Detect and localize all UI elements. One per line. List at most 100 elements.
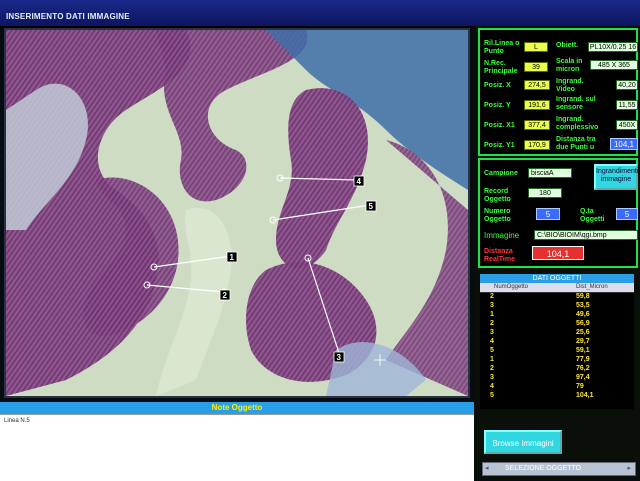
table-row[interactable]: 5 104,1 (480, 392, 634, 400)
immagine-value[interactable]: C:\BIO\BIOIM\qgi.bmp (534, 230, 638, 240)
col-dist-header[interactable]: Dist_Micron (576, 283, 608, 292)
scala-value[interactable]: 485 X 365 (590, 60, 638, 70)
cell-num: 3 (490, 374, 494, 381)
svg-text:5: 5 (369, 202, 374, 211)
col-num-header[interactable]: NumOggetto (494, 283, 528, 292)
cell-dist: 25,6 (576, 329, 590, 336)
cell-dist: 53,5 (576, 302, 590, 309)
ingr-compl-label: Ingrand. complessivo (556, 116, 599, 131)
cell-num: 5 (490, 347, 494, 354)
table-row[interactable]: 1 49,6 (480, 311, 634, 319)
campione-label: Campione (484, 170, 518, 177)
posx1-value[interactable]: 377,4 (524, 120, 550, 130)
numero-value[interactable]: 5 (536, 208, 560, 220)
posx-value[interactable]: 274,5 (524, 80, 550, 90)
notes-text: Linea N.5 (4, 418, 30, 424)
table-row[interactable]: 4 79 (480, 383, 634, 391)
sample-panel: Campione bisciaA Ingrandimenti immagine … (478, 158, 638, 268)
grid-column-header: NumOggetto Dist_Micron (480, 283, 634, 292)
table-row[interactable]: 3 25,6 (480, 329, 634, 337)
obiett-label: Obiett. (556, 42, 579, 49)
ril-linea-value[interactable]: L (524, 42, 548, 52)
nrec-label: N.Rec. Principale (484, 60, 518, 75)
svg-text:3: 3 (337, 353, 342, 362)
window-title: INSERIMENTO DATI IMMAGINE (6, 12, 130, 21)
scroll-left-icon[interactable]: ◂ (485, 463, 489, 475)
qta-value[interactable]: 5 (616, 208, 638, 220)
realtime-value: 104,1 (532, 246, 584, 260)
posy-value[interactable]: 191,6 (524, 100, 550, 110)
marker-1: 1 (226, 251, 238, 263)
cell-num: 2 (490, 293, 494, 300)
posy1-label: Posiz. Y1 (484, 142, 515, 149)
cell-dist: 79 (576, 383, 584, 390)
cell-num: 4 (490, 383, 494, 390)
nrec-value[interactable]: 39 (524, 62, 548, 72)
distanza-label: Distanza tra due Punti u (556, 136, 596, 151)
immagine-label: Immagine (484, 231, 520, 240)
cell-dist: 59,1 (576, 347, 590, 354)
cell-dist: 97,4 (576, 374, 590, 381)
cell-num: 1 (490, 356, 494, 363)
cell-dist: 76,2 (576, 365, 590, 372)
table-row[interactable]: 4 29,7 (480, 338, 634, 346)
table-row[interactable]: 3 53,5 (480, 302, 634, 310)
ingrandimenti-button[interactable]: Ingrandimenti immagine (594, 164, 638, 190)
cell-num: 5 (490, 392, 494, 399)
posy1-value[interactable]: 170,9 (524, 140, 550, 150)
realtime-label: Distanza RealTime (484, 248, 515, 263)
posx1-label: Posiz. X1 (484, 122, 515, 129)
cell-num: 3 (490, 302, 494, 309)
svg-text:2: 2 (223, 291, 228, 300)
cell-dist: 56,9 (576, 320, 590, 327)
marker-2: 2 (219, 289, 231, 301)
campione-value[interactable]: bisciaA (528, 168, 572, 178)
image-viewer[interactable]: 1 2 3 4 5 (4, 28, 470, 398)
obiett-value[interactable]: PL10X/0.25 16 (588, 42, 638, 52)
svg-text:1: 1 (230, 253, 235, 262)
ingr-video-value[interactable]: 40,20 (616, 80, 638, 90)
title-bar: INSERIMENTO DATI IMMAGINE (0, 0, 640, 28)
ingr-sensore-label: Ingrand. sul sensore (556, 96, 596, 111)
posy-label: Posiz. Y (484, 102, 511, 109)
cell-num: 2 (490, 320, 494, 327)
cell-num: 3 (490, 329, 494, 336)
posx-label: Posiz. X (484, 82, 511, 89)
cell-num: 2 (490, 365, 494, 372)
distanza-value[interactable]: 104,1 (610, 138, 638, 150)
table-row[interactable]: 2 56,9 (480, 320, 634, 328)
cell-dist: 77,9 (576, 356, 590, 363)
cell-num: 1 (490, 311, 494, 318)
qta-label: Q.ta Oggetti (580, 208, 605, 223)
ingr-sensore-value[interactable]: 11,55 (616, 100, 638, 110)
right-panel: Ril.Linea o Punto L N.Rec. Principale 39… (474, 26, 640, 480)
marker-3: 3 (333, 351, 345, 363)
microscope-image[interactable]: 1 2 3 4 5 (6, 30, 468, 396)
cell-dist: 49,6 (576, 311, 590, 318)
record-label: Record Oggetto (484, 188, 511, 203)
measurement-panel: Ril.Linea o Punto L N.Rec. Principale 39… (478, 28, 638, 156)
table-row[interactable]: 1 77,9 (480, 356, 634, 364)
scroll-right-icon[interactable]: ▸ (627, 463, 631, 475)
selection-label: SELEZIONE OGGETTO (505, 465, 582, 472)
grid-title: DATI OGGETTI (480, 274, 634, 283)
ingr-compl-value[interactable]: 450X (616, 120, 638, 130)
cell-num: 4 (490, 338, 494, 345)
cell-dist: 29,7 (576, 338, 590, 345)
browse-images-button[interactable]: Browse Immagini (484, 430, 562, 454)
table-row[interactable]: 5 59,1 (480, 347, 634, 355)
marker-5: 5 (365, 200, 377, 212)
marker-4: 4 (353, 175, 365, 187)
notes-textarea[interactable]: Linea N.5 (0, 414, 474, 481)
cell-dist: 104,1 (576, 392, 594, 399)
notes-header: Note Oggetto (0, 402, 474, 414)
ingr-video-label: Ingrand. Video (556, 78, 584, 93)
table-row[interactable]: 2 59,8 (480, 293, 634, 301)
svg-text:4: 4 (357, 177, 362, 186)
table-row[interactable]: 2 76,2 (480, 365, 634, 373)
record-value[interactable]: 180 (528, 188, 562, 198)
selection-scrollbar[interactable]: ◂ SELEZIONE OGGETTO ▸ (482, 462, 636, 476)
numero-label: Numero Oggetto (484, 208, 511, 223)
scala-label: Scala in micron (556, 58, 583, 73)
table-row[interactable]: 3 97,4 (480, 374, 634, 382)
